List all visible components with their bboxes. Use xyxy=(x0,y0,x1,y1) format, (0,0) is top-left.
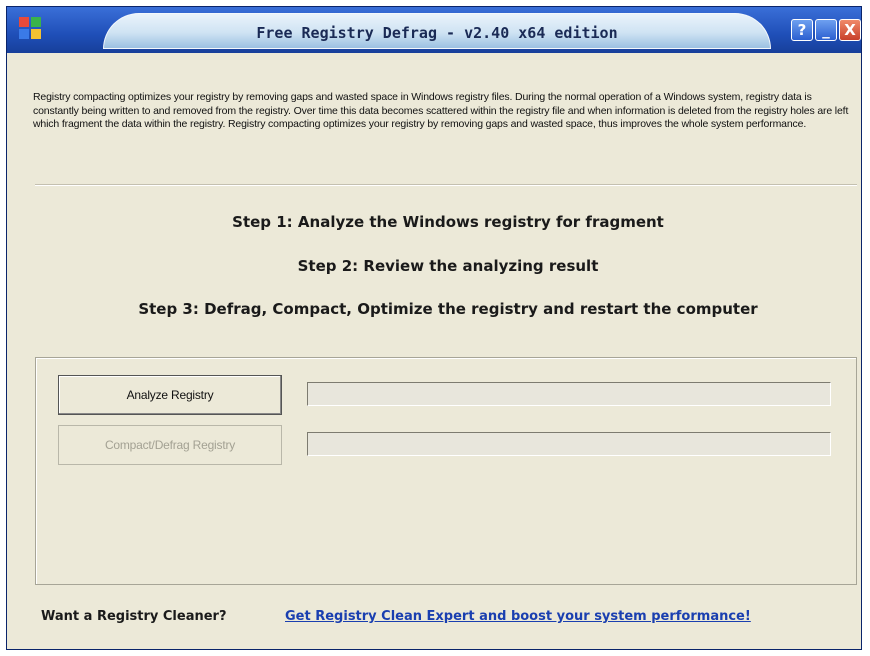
analyze-registry-button[interactable]: Analyze Registry xyxy=(58,375,282,415)
registry-cleaner-question: Want a Registry Cleaner? xyxy=(41,609,227,624)
step-2-text: Step 2: Review the analyzing result xyxy=(297,257,599,275)
app-window: Free Registry Defrag - v2.40 x64 edition… xyxy=(6,6,862,650)
title-tab: Free Registry Defrag - v2.40 x64 edition xyxy=(103,13,771,49)
step-1-text: Step 1: Analyze the Windows registry for… xyxy=(232,213,664,231)
compact-progress-bar xyxy=(307,432,831,456)
divider xyxy=(35,184,857,186)
minimize-button[interactable]: _ xyxy=(815,19,837,41)
close-button[interactable]: X xyxy=(839,19,861,41)
step-3-text: Step 3: Defrag, Compact, Optimize the re… xyxy=(138,300,758,318)
registry-clean-expert-link[interactable]: Get Registry Clean Expert and boost your… xyxy=(285,609,751,624)
title-bar[interactable]: Free Registry Defrag - v2.40 x64 edition… xyxy=(7,7,861,53)
description-text: Registry compacting optimizes your regis… xyxy=(33,91,849,130)
compact-defrag-button[interactable]: Compact/Defrag Registry xyxy=(58,425,282,465)
analyze-progress-bar xyxy=(307,382,831,406)
window-title: Free Registry Defrag - v2.40 x64 edition xyxy=(256,24,618,42)
registry-app-icon xyxy=(19,17,41,39)
help-button[interactable]: ? xyxy=(791,19,813,41)
